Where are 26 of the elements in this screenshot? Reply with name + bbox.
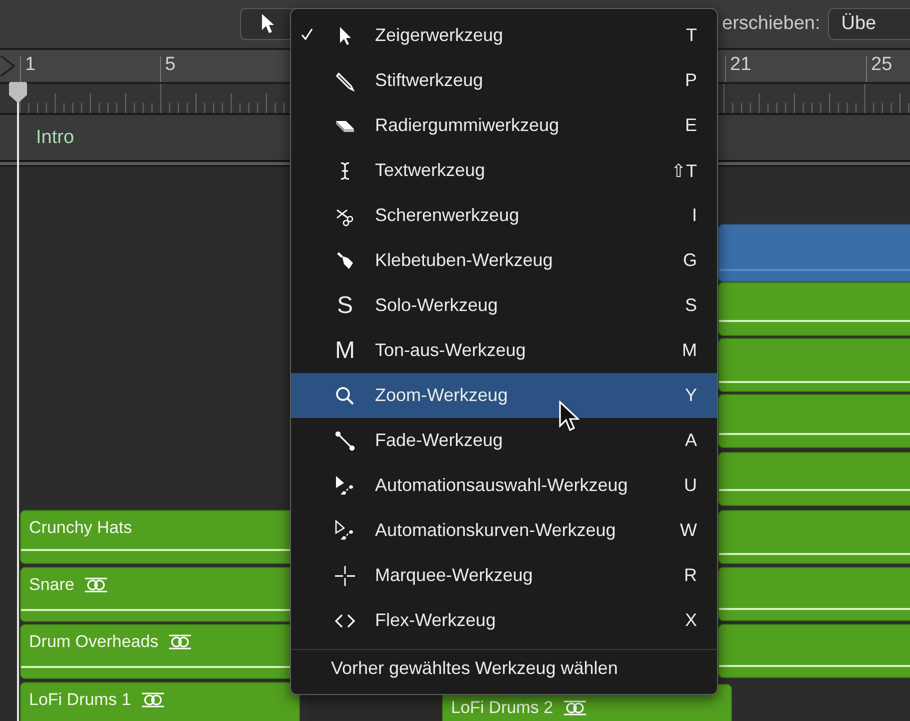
- bar-number: 5: [165, 54, 176, 76]
- shortcut-label: T: [686, 25, 697, 46]
- region-name: LoFi Drums 2: [451, 698, 554, 718]
- shortcut-label: P: [684, 70, 697, 91]
- bar-number: 25: [871, 54, 892, 76]
- drag-mode-label: erschieben:: [722, 13, 820, 35]
- shortcut-label: U: [684, 475, 697, 496]
- shortcut-label: S: [684, 295, 697, 316]
- region-name: Drum Overheads: [29, 632, 158, 652]
- region-name: Crunchy Hats: [29, 518, 132, 538]
- bar-number: 1: [25, 54, 36, 76]
- shortcut-label: A: [684, 430, 697, 451]
- region-name: LoFi Drums 1: [29, 690, 132, 710]
- shortcut-label: E: [684, 115, 697, 136]
- tool-letter: M: [335, 338, 355, 362]
- shortcut-label: Y: [684, 385, 697, 406]
- bar-number: 21: [730, 54, 752, 76]
- shortcut-label: G: [682, 250, 697, 271]
- shortcut-label: R: [684, 565, 697, 586]
- tool-letter: S: [336, 294, 353, 318]
- region-name: Snare: [29, 575, 74, 595]
- shortcut-label: ⇧T: [671, 160, 697, 182]
- shortcut-label: W: [680, 520, 697, 541]
- shortcut-label: M: [682, 340, 697, 361]
- shortcut-label: I: [692, 205, 697, 226]
- shortcut-label: X: [684, 610, 697, 631]
